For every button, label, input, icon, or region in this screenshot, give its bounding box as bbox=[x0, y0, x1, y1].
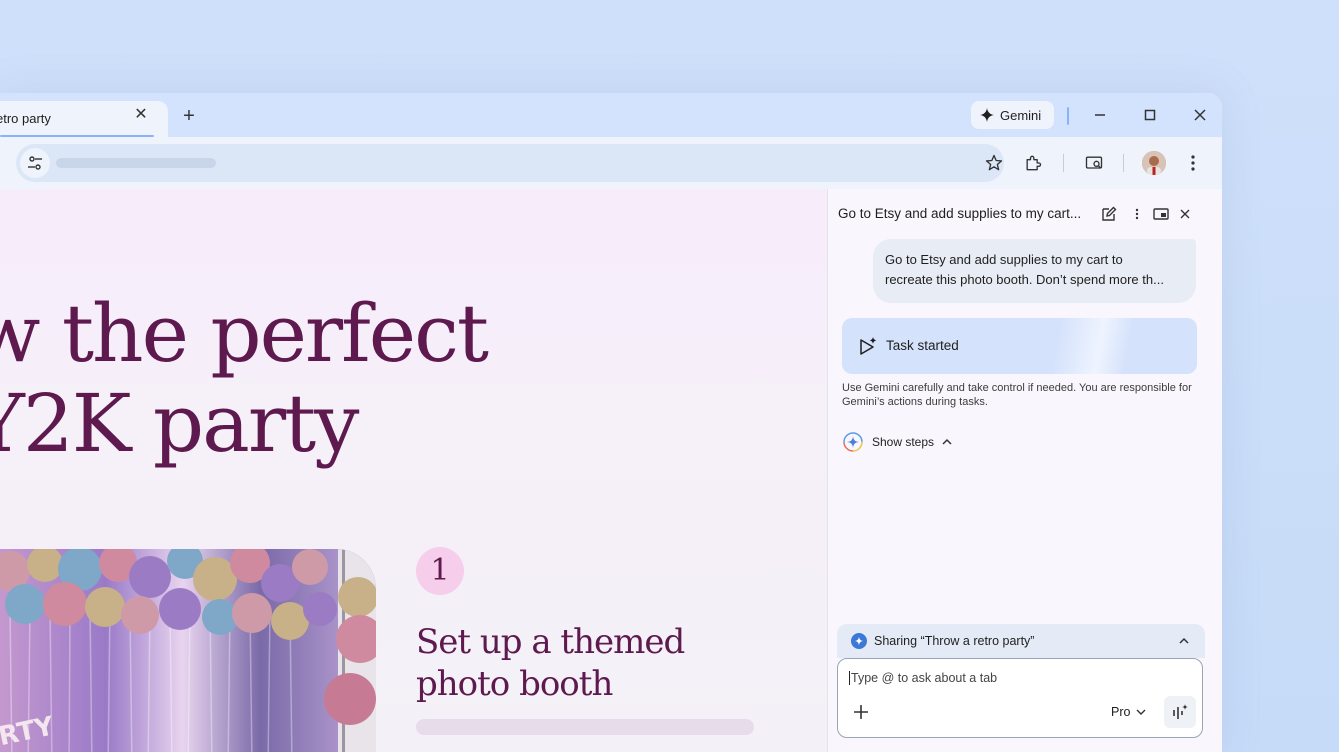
site-settings-tune-icon[interactable] bbox=[20, 148, 50, 178]
tab-title: etro party bbox=[0, 111, 51, 126]
sharing-label: Sharing “Throw a retro party” bbox=[874, 634, 1035, 648]
tab-close-icon[interactable]: ✕ bbox=[133, 107, 149, 123]
gemini-button-label: Gemini bbox=[1000, 107, 1042, 123]
tab-strip: etro party ✕ + Gemini bbox=[0, 93, 1222, 137]
browser-window: etro party ✕ + Gemini w the perfect Y2K … bbox=[0, 93, 1222, 752]
photo-booth-image: RTY bbox=[0, 549, 376, 752]
gemini-sparkle-icon bbox=[980, 108, 994, 122]
gemini-share-icon bbox=[851, 633, 867, 649]
model-selector[interactable]: Pro bbox=[1111, 705, 1146, 719]
step-number-badge: 1 bbox=[416, 547, 464, 595]
sharing-tab-bar[interactable]: Sharing “Throw a retro party” bbox=[837, 624, 1205, 658]
gemini-disclaimer: Use Gemini carefully and take control if… bbox=[842, 382, 1192, 408]
edit-icon[interactable] bbox=[1100, 205, 1118, 223]
user-message-line-2: recreate this photo booth. Don’t spend m… bbox=[885, 272, 1164, 287]
gemini-button[interactable]: Gemini bbox=[971, 101, 1054, 129]
gemini-side-panel: Go to Etsy and add supplies to my cart..… bbox=[827, 189, 1222, 752]
page-headline: w the perfect Y2K party bbox=[0, 287, 489, 470]
browser-tab[interactable]: etro party ✕ bbox=[0, 101, 168, 137]
prompt-input-box[interactable]: Type @ to ask about a tab Pro bbox=[837, 658, 1203, 738]
task-play-sparkle-icon bbox=[858, 336, 878, 361]
picture-in-picture-icon[interactable] bbox=[1152, 205, 1170, 223]
voice-input-icon[interactable] bbox=[1164, 696, 1196, 728]
tabstrip-divider bbox=[1067, 107, 1069, 125]
toolbar-divider bbox=[1123, 154, 1124, 172]
add-attachment-plus-icon[interactable] bbox=[852, 703, 870, 726]
chevron-up-icon[interactable] bbox=[1179, 637, 1189, 645]
web-page-content: w the perfect Y2K party RTY 1 Set up a t… bbox=[0, 189, 827, 752]
maximize-icon[interactable] bbox=[1140, 105, 1160, 125]
user-message-line-1: Go to Etsy and add supplies to my cart t… bbox=[885, 252, 1123, 267]
chevron-up-icon bbox=[942, 438, 952, 445]
panel-close-icon[interactable] bbox=[1176, 205, 1194, 223]
gemini-spark-icon bbox=[843, 432, 863, 452]
step-description-placeholder bbox=[416, 719, 754, 735]
bookmark-star-icon[interactable] bbox=[984, 153, 1004, 178]
user-message-bubble: Go to Etsy and add supplies to my cart t… bbox=[873, 239, 1196, 303]
more-vert-icon[interactable] bbox=[1181, 151, 1205, 175]
url-text-placeholder bbox=[56, 158, 216, 168]
prompt-input-placeholder[interactable]: Type @ to ask about a tab bbox=[849, 671, 997, 685]
show-steps-toggle[interactable]: Show steps bbox=[842, 431, 952, 453]
window-close-icon[interactable] bbox=[1190, 105, 1210, 125]
address-bar[interactable] bbox=[16, 144, 1004, 182]
chevron-down-icon bbox=[1136, 709, 1146, 715]
minimize-icon[interactable] bbox=[1090, 105, 1110, 125]
headline-line-2: Y2K party bbox=[0, 377, 359, 470]
new-tab-plus-icon[interactable]: + bbox=[180, 106, 198, 126]
toolbar-divider bbox=[1063, 154, 1064, 172]
model-selector-label: Pro bbox=[1111, 705, 1131, 719]
tab-search-icon[interactable] bbox=[1082, 151, 1106, 175]
panel-title: Go to Etsy and add supplies to my cart..… bbox=[838, 206, 1082, 221]
profile-avatar[interactable] bbox=[1142, 151, 1166, 175]
browser-toolbar bbox=[0, 137, 1222, 189]
step-title: Set up a themed photo booth bbox=[416, 622, 685, 704]
task-status-card[interactable]: Task started bbox=[842, 318, 1197, 374]
headline-line-1: w the perfect bbox=[0, 287, 489, 380]
show-steps-label: Show steps bbox=[872, 435, 935, 449]
task-status-label: Task started bbox=[886, 338, 959, 353]
more-vert-icon[interactable] bbox=[1128, 205, 1146, 223]
extensions-puzzle-icon[interactable] bbox=[1021, 151, 1045, 175]
